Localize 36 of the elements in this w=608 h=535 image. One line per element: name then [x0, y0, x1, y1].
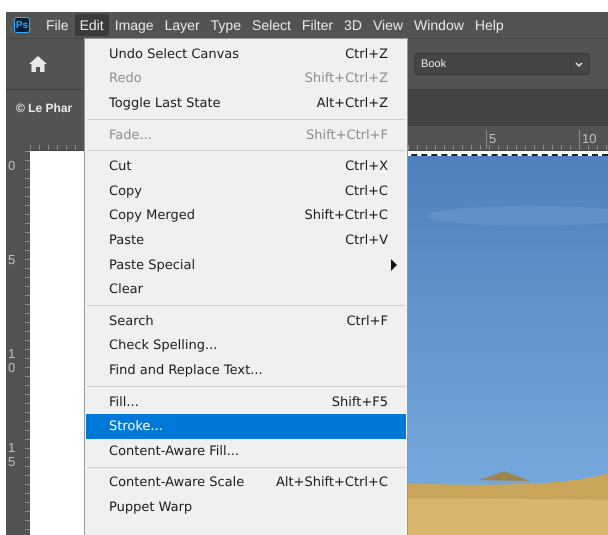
menu-item[interactable]: Filter — [296, 14, 338, 36]
menu-item[interactable]: Edit — [74, 14, 109, 36]
menu-item[interactable]: Layer — [160, 14, 205, 36]
menu-entry[interactable]: Cut Ctrl+X — [86, 154, 406, 179]
menu-item[interactable]: Image — [110, 14, 159, 36]
menu-item[interactable]: Window — [409, 14, 469, 36]
menu-entry[interactable]: Check Spelling... — [86, 334, 406, 358]
app-logo[interactable]: Ps — [14, 17, 30, 33]
menu-entry[interactable]: Copy Ctrl+C — [86, 178, 406, 204]
menu-item[interactable]: Help — [470, 14, 509, 36]
menu-entry[interactable]: Content-Aware Fill... — [86, 438, 406, 464]
menu-entry[interactable]: Clear — [86, 277, 406, 302]
ruler-label: 10 — [579, 130, 596, 148]
menu-item[interactable]: View — [368, 14, 408, 36]
menu-entry[interactable]: Content-Aware Scale Alt+Shift+Ctrl+C — [86, 470, 406, 496]
menu-item[interactable]: File — [41, 14, 74, 36]
ruler-label: 5 — [486, 130, 496, 148]
menu-entry[interactable]: Paste Ctrl+V — [86, 228, 406, 253]
ruler-label: 5 — [8, 253, 16, 268]
menu-item[interactable]: Select — [247, 14, 296, 36]
font-dropdown[interactable]: Book — [414, 53, 590, 75]
menu-entry[interactable]: Undo Select Canvas Ctrl+Z — [86, 42, 406, 67]
ruler-label: 10 — [8, 347, 16, 376]
menu-entry[interactable]: Fill... Shift+F5 — [86, 390, 406, 414]
menu-entry[interactable]: Stroke... — [86, 414, 406, 439]
menu-entry[interactable]: Search Ctrl+F — [86, 308, 406, 334]
menu-entry[interactable]: Copy Merged Shift+Ctrl+C — [86, 204, 406, 228]
submenu-arrow-icon — [390, 259, 398, 272]
menu-item[interactable]: 3D — [339, 14, 367, 36]
menu-item[interactable]: Type — [206, 14, 246, 36]
menu-entry[interactable]: Puppet Warp — [86, 495, 406, 520]
ruler-label: 0 — [8, 159, 16, 174]
menu-entry[interactable]: Find and Replace Text... — [86, 358, 406, 383]
home-icon[interactable] — [28, 55, 48, 73]
menu-entry[interactable]: Paste Special — [86, 252, 406, 278]
ruler-label: 15 — [8, 441, 16, 470]
